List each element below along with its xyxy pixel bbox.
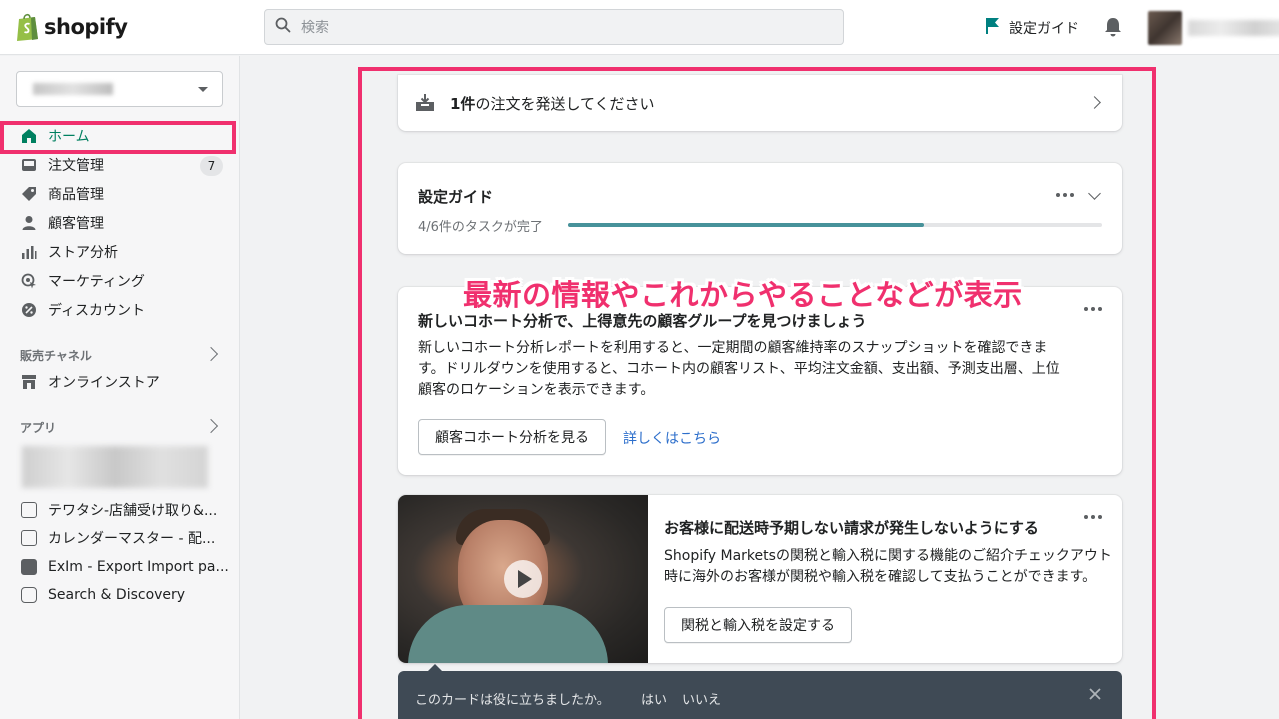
orders-count-badge: 7 bbox=[200, 156, 223, 176]
sidebar-item-analytics[interactable]: ストア分析 bbox=[20, 240, 118, 264]
flag-icon bbox=[985, 17, 1001, 39]
shopify-logo[interactable]: shopify bbox=[16, 12, 128, 42]
sidebar-item-label: ストア分析 bbox=[48, 245, 118, 261]
person-icon bbox=[20, 214, 38, 232]
sidebar-app-label: カレンダーマスター - 配... bbox=[48, 531, 216, 547]
shopify-bag-icon bbox=[16, 12, 40, 42]
sidebar-app-calendar-master[interactable]: カレンダーマスター - 配... bbox=[20, 526, 215, 550]
sidebar-app-label: Search & Discovery bbox=[48, 587, 186, 603]
calendar-icon bbox=[20, 529, 38, 547]
search-input[interactable]: 検索 bbox=[264, 9, 844, 45]
target-icon bbox=[20, 272, 38, 290]
sidebar-app-label: テワタシ-店舗受け取り&... bbox=[48, 503, 218, 519]
sidebar-app-search-discovery[interactable]: Search & Discovery bbox=[20, 583, 185, 607]
inbox-icon bbox=[20, 156, 38, 174]
caret-down-icon bbox=[198, 87, 208, 92]
discount-icon bbox=[20, 301, 38, 319]
search-icon bbox=[275, 17, 291, 37]
sidebar-item-label: 注文管理 bbox=[48, 158, 104, 174]
app-icon bbox=[20, 501, 38, 519]
sidebar-item-label: 顧客管理 bbox=[48, 216, 104, 232]
app-item-redacted[interactable] bbox=[22, 446, 208, 488]
sidebar-app-exim[interactable]: ExIm - Export Import pa... bbox=[20, 555, 229, 579]
annotation-caption: 最新の情報やこれからやることなどが表示 bbox=[463, 278, 1023, 312]
sidebar-item-label: オンラインストア bbox=[48, 375, 160, 391]
sidebar-item-online-store[interactable]: オンラインストア bbox=[20, 370, 160, 394]
sidebar-item-customers[interactable]: 顧客管理 bbox=[20, 211, 104, 235]
avatar bbox=[1148, 11, 1182, 45]
apps-heading: アプリ bbox=[20, 421, 57, 435]
logo-text: shopify bbox=[44, 15, 128, 39]
top-bar: shopify 検索 設定ガイド bbox=[0, 0, 1279, 55]
sidebar-app-tewatashi[interactable]: テワタシ-店舗受け取り&... bbox=[20, 498, 217, 522]
user-menu[interactable] bbox=[1148, 11, 1279, 45]
sidebar-item-products[interactable]: 商品管理 bbox=[20, 182, 104, 206]
sidebar-item-discounts[interactable]: ディスカウント bbox=[20, 298, 145, 322]
store-icon bbox=[20, 373, 38, 391]
store-selector[interactable] bbox=[16, 71, 223, 107]
sales-channels-heading: 販売チャネル bbox=[20, 349, 92, 363]
sidebar-item-label: ディスカウント bbox=[48, 303, 146, 319]
sidebar-item-label: 商品管理 bbox=[48, 187, 104, 203]
exchange-icon bbox=[20, 558, 38, 576]
search-placeholder: 検索 bbox=[301, 20, 329, 36]
sidebar-item-orders[interactable]: 注文管理 bbox=[20, 153, 104, 177]
bar-chart-icon bbox=[20, 243, 38, 261]
sidebar-item-label: マーケティング bbox=[48, 274, 145, 290]
notification-bell-icon[interactable] bbox=[1104, 17, 1122, 41]
setup-guide-button[interactable]: 設定ガイド bbox=[985, 17, 1079, 39]
store-name-redacted bbox=[33, 83, 113, 95]
tag-icon bbox=[20, 185, 38, 203]
search-discovery-icon bbox=[20, 586, 38, 604]
setup-guide-label: 設定ガイド bbox=[1009, 21, 1079, 37]
sidebar-item-marketing[interactable]: マーケティング bbox=[20, 269, 145, 293]
main-content-highlight-box bbox=[358, 67, 1156, 719]
home-highlight-box bbox=[0, 121, 236, 154]
sidebar-app-label: ExIm - Export Import pa... bbox=[48, 559, 229, 575]
user-name-redacted bbox=[1188, 20, 1279, 36]
